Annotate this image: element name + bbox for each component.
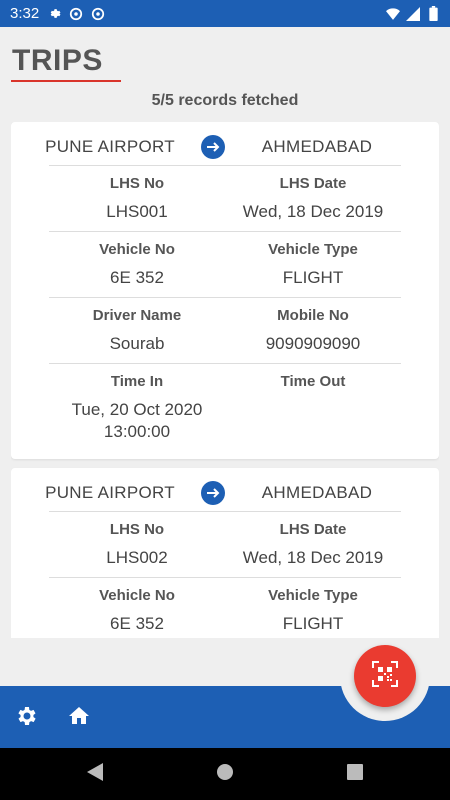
gear-icon <box>15 704 39 733</box>
home-icon <box>67 704 91 733</box>
field-lhs-no: LHS No LHS001 <box>49 174 225 223</box>
field-label: LHS No <box>109 175 165 192</box>
field-row: LHS No LHS002 LHS Date Wed, 18 Dec 2019 <box>49 512 401 578</box>
field-vehicle-type: Vehicle Type FLIGHT <box>225 240 401 289</box>
route-origin: PUNE AIRPORT <box>45 482 175 502</box>
recents-square-icon <box>347 763 363 785</box>
field-label: Vehicle Type <box>268 587 358 604</box>
field-label: Vehicle Type <box>268 241 358 258</box>
field-value: Tue, 20 Oct 2020 13:00:00 <box>71 400 203 441</box>
trip-card[interactable]: PUNE AIRPORT AHMEDABAD LHS No LHS002 LHS Dat… <box>11 468 439 638</box>
field-value: LHS001 <box>106 202 168 221</box>
field-row: Time In Tue, 20 Oct 2020 13:00:00 Time Out <box>49 364 401 451</box>
field-label: LHS Date <box>279 175 347 192</box>
arrow-right-icon <box>201 134 225 159</box>
route-row: PUNE AIRPORT AHMEDABAD <box>45 474 401 512</box>
title-underline <box>11 80 121 82</box>
field-driver-name: Driver Name Sourab <box>49 306 225 355</box>
field-value: LHS002 <box>106 548 168 567</box>
field-row: Vehicle No 6E 352 Vehicle Type FLIGHT <box>49 578 401 638</box>
route-row: PUNE AIRPORT AHMEDABAD <box>45 128 401 166</box>
at-sign-icon <box>69 7 83 21</box>
back-button[interactable] <box>85 762 105 786</box>
field-time-out: Time Out <box>225 372 401 443</box>
field-label: LHS No <box>109 521 165 538</box>
field-mobile-no: Mobile No 9090909090 <box>225 306 401 355</box>
status-bar: 3:32 <box>0 0 450 27</box>
home-button[interactable] <box>66 705 92 731</box>
gear-icon <box>47 7 61 21</box>
route-destination: AHMEDABAD <box>261 136 373 156</box>
field-value: Wed, 18 Dec 2019 <box>242 202 384 221</box>
field-row: Vehicle No 6E 352 Vehicle Type FLIGHT <box>49 232 401 298</box>
field-vehicle-type: Vehicle Type FLIGHT <box>225 586 401 635</box>
recents-button[interactable] <box>345 763 365 785</box>
back-triangle-icon <box>87 762 103 786</box>
field-time-in: Time In Tue, 20 Oct 2020 13:00:00 <box>49 372 225 443</box>
status-time: 3:32 <box>10 5 40 22</box>
signal-icon <box>406 6 420 21</box>
route-origin: PUNE AIRPORT <box>45 136 175 156</box>
field-label: Vehicle No <box>99 241 175 258</box>
field-value: Sourab <box>109 334 165 353</box>
route-destination: AHMEDABAD <box>261 482 373 502</box>
settings-button[interactable] <box>14 705 40 731</box>
system-nav-bar <box>0 748 450 800</box>
field-label: LHS Date <box>279 521 347 538</box>
field-label: Driver Name <box>92 307 182 324</box>
qr-scan-button[interactable] <box>354 645 416 707</box>
field-value: 6E 352 <box>110 614 164 633</box>
wifi-icon <box>386 7 400 21</box>
arrow-right-icon <box>201 480 225 505</box>
at-sign-icon <box>91 7 105 21</box>
field-value: FLIGHT <box>282 268 344 287</box>
field-row: Driver Name Sourab Mobile No 9090909090 <box>49 298 401 364</box>
field-label: Time Out <box>280 373 346 390</box>
home-nav-button[interactable] <box>215 763 235 786</box>
field-label: Time In <box>110 373 164 390</box>
qr-scan-icon <box>371 660 399 693</box>
field-value: Wed, 18 Dec 2019 <box>242 548 384 567</box>
home-circle-icon <box>216 763 234 786</box>
battery-icon <box>426 6 440 21</box>
field-row: LHS No LHS001 LHS Date Wed, 18 Dec 2019 <box>49 166 401 232</box>
field-value: FLIGHT <box>282 614 344 633</box>
field-vehicle-no: Vehicle No 6E 352 <box>49 586 225 635</box>
page-title: TRIPS <box>12 44 103 77</box>
field-lhs-no: LHS No LHS002 <box>49 520 225 569</box>
field-lhs-date: LHS Date Wed, 18 Dec 2019 <box>225 174 401 223</box>
trip-list[interactable]: PUNE AIRPORT AHMEDABAD LHS No LHS001 LHS Dat… <box>11 122 439 638</box>
field-label: Vehicle No <box>99 587 175 604</box>
field-value: 6E 352 <box>110 268 164 287</box>
field-vehicle-no: Vehicle No 6E 352 <box>49 240 225 289</box>
trip-card[interactable]: PUNE AIRPORT AHMEDABAD LHS No LHS001 LHS Dat… <box>11 122 439 459</box>
records-count: 5/5 records fetched <box>151 92 299 109</box>
field-lhs-date: LHS Date Wed, 18 Dec 2019 <box>225 520 401 569</box>
field-value: 9090909090 <box>265 334 361 353</box>
field-label: Mobile No <box>277 307 349 324</box>
